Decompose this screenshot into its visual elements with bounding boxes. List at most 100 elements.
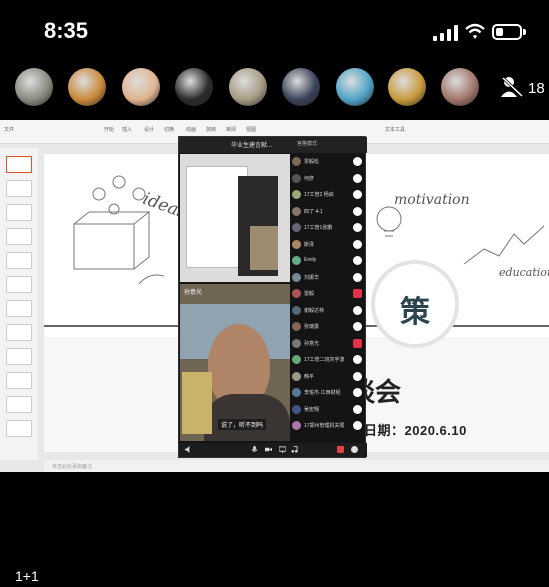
microphone-icon (353, 272, 362, 282)
participant-row[interactable]: 刘振华 (291, 272, 365, 284)
participant-avatar[interactable] (441, 68, 479, 106)
participant-avatar (292, 355, 301, 364)
participant-avatar[interactable] (175, 68, 213, 106)
status-time: 8:35 (44, 18, 89, 43)
share-screen-icon[interactable] (279, 446, 286, 453)
microphone-icon (353, 223, 362, 232)
ribbon-tab[interactable]: 切换 (164, 126, 174, 133)
participant-row[interactable]: 李悦杰-江西财经 (291, 387, 365, 399)
participant-avatar (292, 371, 301, 381)
participant-row[interactable]: 斯泽 (291, 239, 365, 251)
participant-row[interactable]: 17工管1张鹏 (291, 222, 365, 234)
participant-avatar (292, 173, 301, 183)
participant-avatar[interactable] (336, 68, 374, 106)
page-counter: 1+1 (15, 568, 39, 584)
participant-name: 孙意光 (304, 340, 320, 347)
slide-thumbnail[interactable] (6, 372, 32, 389)
ribbon-tab[interactable]: 文件 (4, 126, 14, 133)
ribbon-tab[interactable]: 设计 (144, 126, 154, 133)
slide-thumbnail[interactable] (6, 276, 32, 293)
slide-thumbnail[interactable] (6, 324, 32, 341)
music-icon[interactable] (291, 446, 298, 453)
cellular-signal-icon (433, 25, 459, 41)
ribbon-tab[interactable]: 开始 (104, 126, 114, 133)
participant-avatar (292, 305, 301, 315)
participant-row[interactable]: 17郑州管理机关局 (291, 420, 365, 432)
participant-row[interactable]: 何彦 (291, 173, 365, 185)
slide-thumbnail-panel[interactable] (0, 148, 38, 460)
participant-name: 贾毅彪 (304, 159, 320, 165)
participant-name: 李悦杰-江西财经 (304, 390, 341, 396)
ribbon-tab[interactable]: 放映 (206, 126, 216, 133)
slide-thumbnail[interactable] (6, 252, 32, 269)
call-header: 毕业生建言献... 宫格模式 (179, 137, 367, 153)
speaker-video[interactable]: 孙意光 说了，听不到吗 (180, 284, 290, 441)
slide-thumbnail[interactable] (6, 300, 32, 317)
participant-avatar (292, 289, 301, 298)
participant-row[interactable]: 17工管二班刘宇波 (291, 354, 365, 366)
participant-row[interactable]: 贾毅彪 (291, 156, 365, 168)
grid-mode-button[interactable]: 宫格模式 (297, 140, 317, 147)
camera-icon[interactable] (265, 446, 272, 453)
participant-avatar[interactable] (15, 68, 53, 106)
slide-emblem-text: 策 (400, 296, 430, 329)
slide-thumbnail[interactable] (6, 396, 32, 413)
ribbon-tab[interactable]: 审阅 (226, 126, 236, 133)
participant-avatar (292, 322, 301, 331)
video-call-window[interactable]: 毕业生建言献... 宫格模式 孙意光 说了，听不到吗 贾毅彪何彦 17工管2 杨启… (178, 136, 367, 458)
participant-row[interactable]: 韩平 (291, 371, 365, 383)
participant-name: 刘振华 (304, 274, 320, 281)
participant-row[interactable]: Emily (291, 255, 365, 267)
participant-name: 吴宏翔 (304, 406, 320, 413)
participant-avatar[interactable] (388, 68, 426, 106)
slide-thumbnail[interactable] (6, 228, 32, 245)
participant-row[interactable]: 谢毅达林 (291, 305, 365, 317)
microphone-icon (353, 404, 362, 414)
participant-row[interactable]: 四了 4-1 (291, 206, 365, 218)
screen-share-video[interactable] (180, 154, 290, 282)
participant-row[interactable]: 雷毅 (291, 288, 365, 300)
ribbon-tab[interactable]: 插入 (122, 126, 132, 133)
microphone-icon (353, 173, 362, 183)
notes-bar[interactable]: 单击此处添加备注 (44, 460, 549, 472)
participant-avatar (292, 421, 301, 430)
chat-bubble-icon[interactable] (351, 446, 358, 453)
microphone-icon (353, 206, 362, 216)
slide-thumbnail[interactable] (6, 180, 32, 197)
participant-name: 何彦 (304, 175, 315, 182)
participant-avatar (292, 206, 301, 216)
participant-row[interactable]: 17工管2 杨启 (291, 189, 365, 201)
ribbon-tab[interactable]: 视图 (246, 126, 256, 133)
microphone-icon (353, 322, 362, 331)
participant-name: 17工管1张鹏 (304, 225, 333, 231)
call-title: 毕业生建言献... (231, 143, 273, 149)
participant-avatar[interactable] (68, 68, 106, 106)
microphone-icon (353, 371, 362, 381)
participant-name: 17工管二班刘宇波 (304, 357, 344, 363)
microphone-icon[interactable] (251, 446, 258, 453)
participant-row[interactable]: 孙意光 (291, 338, 365, 350)
participant-row[interactable]: 吴宏翔 (291, 404, 365, 416)
participant-avatar (292, 404, 301, 414)
slide-thumbnail[interactable] (6, 420, 32, 437)
speaker-icon[interactable] (185, 446, 192, 453)
ribbon-tab[interactable]: 文本工具 (385, 126, 405, 133)
participant-row[interactable]: 张瑞勇 (291, 321, 365, 333)
participant-avatar (292, 223, 301, 232)
participant-avatar[interactable] (122, 68, 160, 106)
microphone-icon (353, 355, 362, 364)
participant-name: 雷毅 (304, 291, 315, 297)
microphone-icon (353, 190, 362, 199)
participant-avatar[interactable] (229, 68, 267, 106)
slide-word-motivation: motivation (394, 192, 470, 208)
participant-avatar (292, 157, 301, 166)
ribbon-tab[interactable]: 动画 (186, 126, 196, 133)
participant-name: 斯泽 (304, 241, 315, 248)
call-toolbar (179, 443, 367, 457)
participant-avatar[interactable] (282, 68, 320, 106)
participant-list[interactable]: 贾毅彪何彦 17工管2 杨启 四了 4-1 17工管1张鹏 斯泽 Emily 刘振华雷毅谢毅… (291, 154, 365, 442)
slide-thumbnail[interactable] (6, 348, 32, 365)
gift-icon[interactable] (337, 446, 344, 453)
slide-thumbnail[interactable] (6, 156, 32, 173)
slide-thumbnail[interactable] (6, 204, 32, 221)
